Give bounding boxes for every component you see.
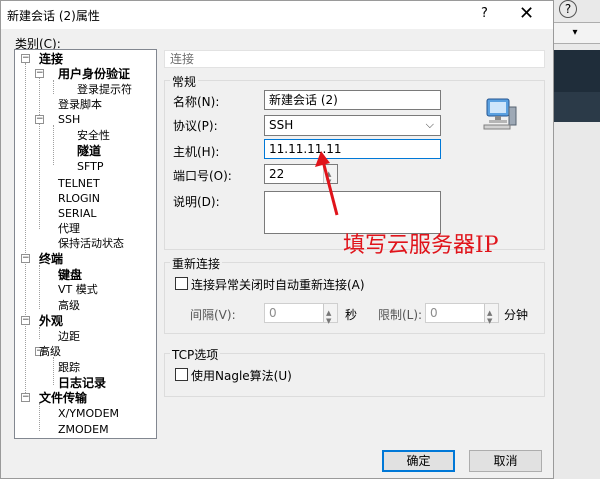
collapse-icon[interactable]: − bbox=[21, 393, 30, 402]
tree-item-sftp[interactable]: SFTP bbox=[77, 160, 103, 174]
title-bar: 新建会话 (2)属性 ? ✕ bbox=[1, 1, 553, 29]
limit-input: 0 ▲ ▼ bbox=[425, 303, 499, 325]
close-button[interactable]: ✕ bbox=[519, 3, 534, 24]
tree-line bbox=[39, 327, 40, 339]
tree-item-logging[interactable]: 日志记录 bbox=[58, 376, 106, 390]
cancel-button[interactable]: 取消 bbox=[469, 450, 542, 472]
panel-header: 连接 bbox=[164, 50, 545, 68]
collapse-icon[interactable]: − bbox=[21, 254, 30, 263]
tree-item-appearance[interactable]: 外观 bbox=[39, 314, 63, 328]
nagle-checkbox[interactable] bbox=[175, 368, 188, 381]
host-label: 主机(H): bbox=[173, 145, 220, 159]
tree-line bbox=[53, 80, 54, 94]
reconnect-group-title: 重新连接 bbox=[170, 255, 223, 272]
tree-item-rlogin[interactable]: RLOGIN bbox=[58, 192, 100, 206]
tree-item-security[interactable]: 安全性 bbox=[77, 129, 110, 143]
collapse-icon[interactable]: − bbox=[35, 69, 44, 78]
tree-item-ssh[interactable]: SSH bbox=[58, 113, 80, 127]
tree-line bbox=[39, 265, 40, 309]
interval-value: 0 bbox=[269, 306, 277, 320]
category-tree[interactable]: − − − − − − − 连接 用户身份验证 登录提示符 登录脚本 SSH 安… bbox=[14, 49, 157, 439]
tree-item-advanced[interactable]: 高级 bbox=[39, 345, 61, 359]
properties-dialog: 新建会话 (2)属性 ? ✕ 类别(C): − − − − − − − 连接 用… bbox=[0, 0, 554, 479]
ok-button[interactable]: 确定 bbox=[382, 450, 455, 472]
collapse-icon[interactable]: − bbox=[21, 54, 30, 63]
interval-spinner: ▲ ▼ bbox=[323, 304, 337, 325]
interval-input: 0 ▲ ▼ bbox=[264, 303, 338, 325]
dropdown-button[interactable]: ▾ bbox=[549, 22, 600, 44]
collapse-icon[interactable]: − bbox=[21, 316, 30, 325]
background-dark-area bbox=[549, 50, 600, 92]
limit-value: 0 bbox=[430, 306, 438, 320]
annotation-text: 填写云服务器IP bbox=[343, 233, 499, 258]
tree-item-file-transfer[interactable]: 文件传输 bbox=[39, 391, 87, 405]
window-title: 新建会话 (2)属性 bbox=[7, 9, 100, 23]
protocol-select[interactable]: SSH ⌵ bbox=[264, 115, 441, 136]
collapse-icon[interactable]: − bbox=[35, 115, 44, 124]
interval-unit: 秒 bbox=[345, 308, 358, 322]
tree-item-zmodem[interactable]: ZMODEM bbox=[58, 423, 109, 437]
interval-label: 间隔(V): bbox=[190, 308, 236, 322]
chevron-down-icon: ⌵ bbox=[425, 118, 434, 131]
tree-item-margins[interactable]: 边距 bbox=[58, 330, 80, 344]
host-input[interactable]: 11.11.11.11 bbox=[264, 139, 441, 159]
background-dark-area-2 bbox=[549, 92, 600, 122]
tree-item-connection[interactable]: 连接 bbox=[39, 52, 63, 66]
limit-spinner: ▲ ▼ bbox=[484, 304, 498, 325]
tree-item-login-script[interactable]: 登录脚本 bbox=[58, 98, 102, 112]
tree-item-xymodem[interactable]: X/YMODEM bbox=[58, 407, 119, 421]
background-window: ? ▾ bbox=[548, 0, 600, 479]
tree-line bbox=[39, 403, 40, 431]
tree-item-user-auth[interactable]: 用户身份验证 bbox=[58, 67, 130, 81]
tree-item-login-prompt[interactable]: 登录提示符 bbox=[77, 83, 132, 97]
tree-item-keyboard[interactable]: 键盘 bbox=[58, 268, 82, 282]
tree-line bbox=[53, 357, 54, 385]
name-input[interactable]: 新建会话 (2) bbox=[264, 90, 441, 110]
name-label: 名称(N): bbox=[173, 95, 220, 109]
tree-line bbox=[25, 63, 26, 393]
help-icon[interactable]: ? bbox=[559, 0, 577, 18]
limit-unit: 分钟 bbox=[504, 308, 529, 322]
auto-reconnect-label[interactable]: 连接异常关闭时自动重新连接(A) bbox=[191, 276, 365, 293]
tree-item-trace[interactable]: 跟踪 bbox=[58, 361, 80, 375]
help-button[interactable]: ? bbox=[481, 6, 488, 21]
tree-item-telnet[interactable]: TELNET bbox=[58, 177, 100, 191]
tcp-group-title: TCP选项 bbox=[170, 346, 221, 363]
tree-line bbox=[53, 125, 54, 165]
auto-reconnect-checkbox[interactable] bbox=[175, 277, 188, 290]
general-group-title: 常规 bbox=[170, 73, 199, 90]
spin-down-icon: ▼ bbox=[326, 317, 332, 325]
annotation-arrow-icon bbox=[315, 151, 339, 216]
nagle-label[interactable]: 使用Nagle算法(U) bbox=[191, 367, 292, 384]
port-label: 端口号(O): bbox=[173, 169, 232, 183]
protocol-value: SSH bbox=[269, 118, 294, 132]
spin-down-icon: ▼ bbox=[487, 317, 493, 325]
protocol-label: 协议(P): bbox=[173, 119, 218, 133]
network-computer-icon bbox=[483, 98, 517, 130]
tree-item-terminal-advanced[interactable]: 高级 bbox=[58, 299, 80, 313]
tree-item-keepalive[interactable]: 保持活动状态 bbox=[58, 237, 124, 251]
tree-item-proxy[interactable]: 代理 bbox=[58, 222, 80, 236]
tree-item-terminal[interactable]: 终端 bbox=[39, 252, 63, 266]
tree-item-tunnel[interactable]: 隧道 bbox=[77, 144, 101, 158]
limit-label: 限制(L): bbox=[378, 308, 423, 322]
description-label: 说明(D): bbox=[173, 195, 220, 209]
tree-line bbox=[39, 77, 40, 229]
tree-item-serial[interactable]: SERIAL bbox=[58, 207, 96, 221]
tree-item-vt-mode[interactable]: VT 模式 bbox=[58, 283, 98, 297]
port-value: 22 bbox=[269, 167, 285, 181]
